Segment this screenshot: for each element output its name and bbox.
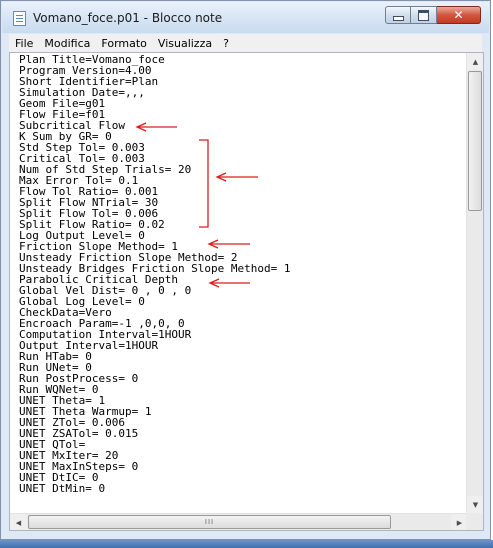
menu-help[interactable]: ? [223,37,229,50]
title-bar[interactable]: Vomano_foce.p01 - Blocco note ✕ [2,2,489,33]
scroll-grip-icon: III [204,518,215,526]
minimize-button[interactable] [385,6,411,24]
text-line: UNET ZSATol= 0.015 [19,427,139,440]
scroll-up-arrow-icon[interactable]: ▲ [467,53,483,70]
menu-file[interactable]: File [15,37,33,50]
scrollbar-corner [466,513,483,530]
notepad-window: Vomano_foce.p01 - Blocco note ✕ File Mod… [0,0,491,540]
maximize-button[interactable] [411,6,437,24]
notepad-icon[interactable] [13,11,26,26]
horizontal-scrollbar[interactable]: ◀ III ▶ [10,513,468,530]
scroll-left-arrow-icon[interactable]: ◀ [10,514,27,530]
editor-text-area[interactable]: Plan Title=Vomano_foce Program Version=4.… [19,54,459,512]
vertical-scroll-thumb[interactable] [468,71,482,211]
menu-visualizza[interactable]: Visualizza [158,37,212,50]
taskbar [0,540,493,548]
minimize-icon [392,15,404,21]
maximize-icon [418,9,429,21]
text-editor[interactable]: Plan Title=Vomano_foce Program Version=4.… [9,52,484,531]
vertical-scrollbar[interactable]: ▲ ▼ [466,53,483,513]
horizontal-scroll-thumb[interactable]: III [28,515,391,529]
window-title: Vomano_foce.p01 - Blocco note [33,11,223,25]
scroll-down-arrow-icon[interactable]: ▼ [467,496,483,513]
menu-formato[interactable]: Formato [101,37,147,50]
close-button[interactable]: ✕ [437,6,481,24]
menu-bar: File Modifica Formato Visualizza ? [9,34,482,52]
menu-modifica[interactable]: Modifica [44,37,90,50]
close-icon: ✕ [453,8,464,22]
window-controls: ✕ [385,6,481,24]
text-line: UNET DtMin= 0 [19,482,106,495]
